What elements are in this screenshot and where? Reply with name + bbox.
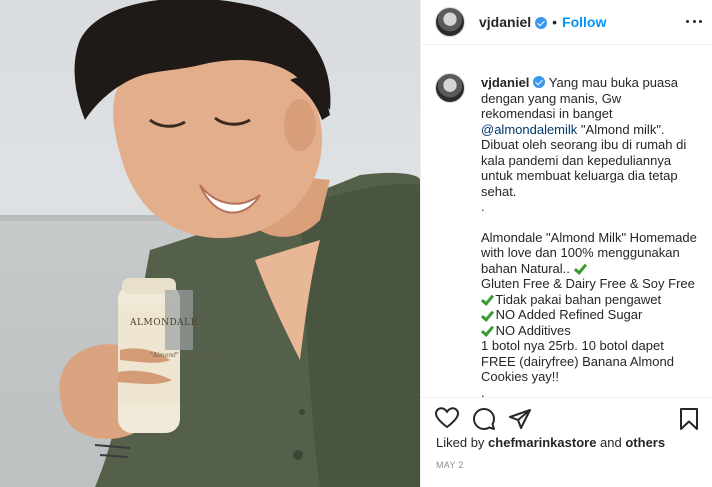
action-icons	[421, 398, 712, 438]
comments-area[interactable]: vjdaniel Yang mau buka puasa dengan yang…	[421, 45, 712, 397]
verified-badge-icon	[535, 17, 548, 29]
caption-dot: .	[481, 199, 485, 214]
caption-avatar[interactable]	[435, 73, 465, 103]
caption-check4: NO Additives	[495, 322, 571, 338]
mention-link[interactable]: @almondalemilk	[481, 122, 577, 137]
caption-para2: Almondale "Almond Milk" Homemade with lo…	[481, 229, 701, 276]
caption-price: 1 botol nya 25rb. 10 botol dapet FREE (d…	[481, 338, 678, 384]
follow-button[interactable]: Follow	[562, 14, 606, 30]
instagram-post: ALMONDALE "Almond" Homemade vjdaniel • F…	[0, 0, 712, 487]
header-username[interactable]: vjdaniel	[479, 14, 531, 30]
caption: vjdaniel Yang mau buka puasa dengan yang…	[435, 73, 699, 397]
caption-username[interactable]: vjdaniel	[481, 75, 529, 90]
caption-check3: NO Added Refined Sugar	[495, 307, 643, 322]
verified-badge-icon	[533, 76, 546, 88]
post-actions: Liked by chefmarinkastore and others MAY…	[421, 397, 712, 487]
caption-body: vjdaniel Yang mau buka puasa dengan yang…	[481, 75, 697, 397]
post-header: vjdaniel • Follow	[421, 0, 712, 45]
post-side-panel: vjdaniel • Follow vjdaniel Yang mau buka…	[420, 0, 712, 487]
post-photo[interactable]: ALMONDALE "Almond" Homemade	[0, 0, 420, 487]
check-mark-icon	[481, 295, 492, 305]
more-horizontal-icon[interactable]	[686, 13, 702, 29]
post-date[interactable]: MAY 2	[421, 460, 712, 470]
check-mark-icon	[574, 264, 585, 274]
avatar[interactable]	[435, 7, 465, 37]
bottle-brand-text: ALMONDALE	[130, 318, 198, 328]
check-mark-icon	[481, 311, 492, 321]
separator-dot: •	[552, 14, 558, 30]
caption-check1: Gluten Free & Dairy Free & Soy Free	[481, 276, 695, 291]
comment-icon[interactable]	[472, 407, 496, 431]
paper-plane-icon[interactable]	[508, 407, 532, 431]
bottle-sub-text: "Almond" Homemade	[150, 352, 216, 359]
heart-icon[interactable]	[435, 407, 459, 429]
check-mark-icon	[481, 326, 492, 336]
photo-illustration	[0, 0, 420, 487]
bookmark-icon[interactable]	[678, 407, 700, 431]
caption-end-dot: .	[481, 384, 485, 398]
caption-check2: Tidak pakai bahan pengawet	[495, 291, 662, 307]
